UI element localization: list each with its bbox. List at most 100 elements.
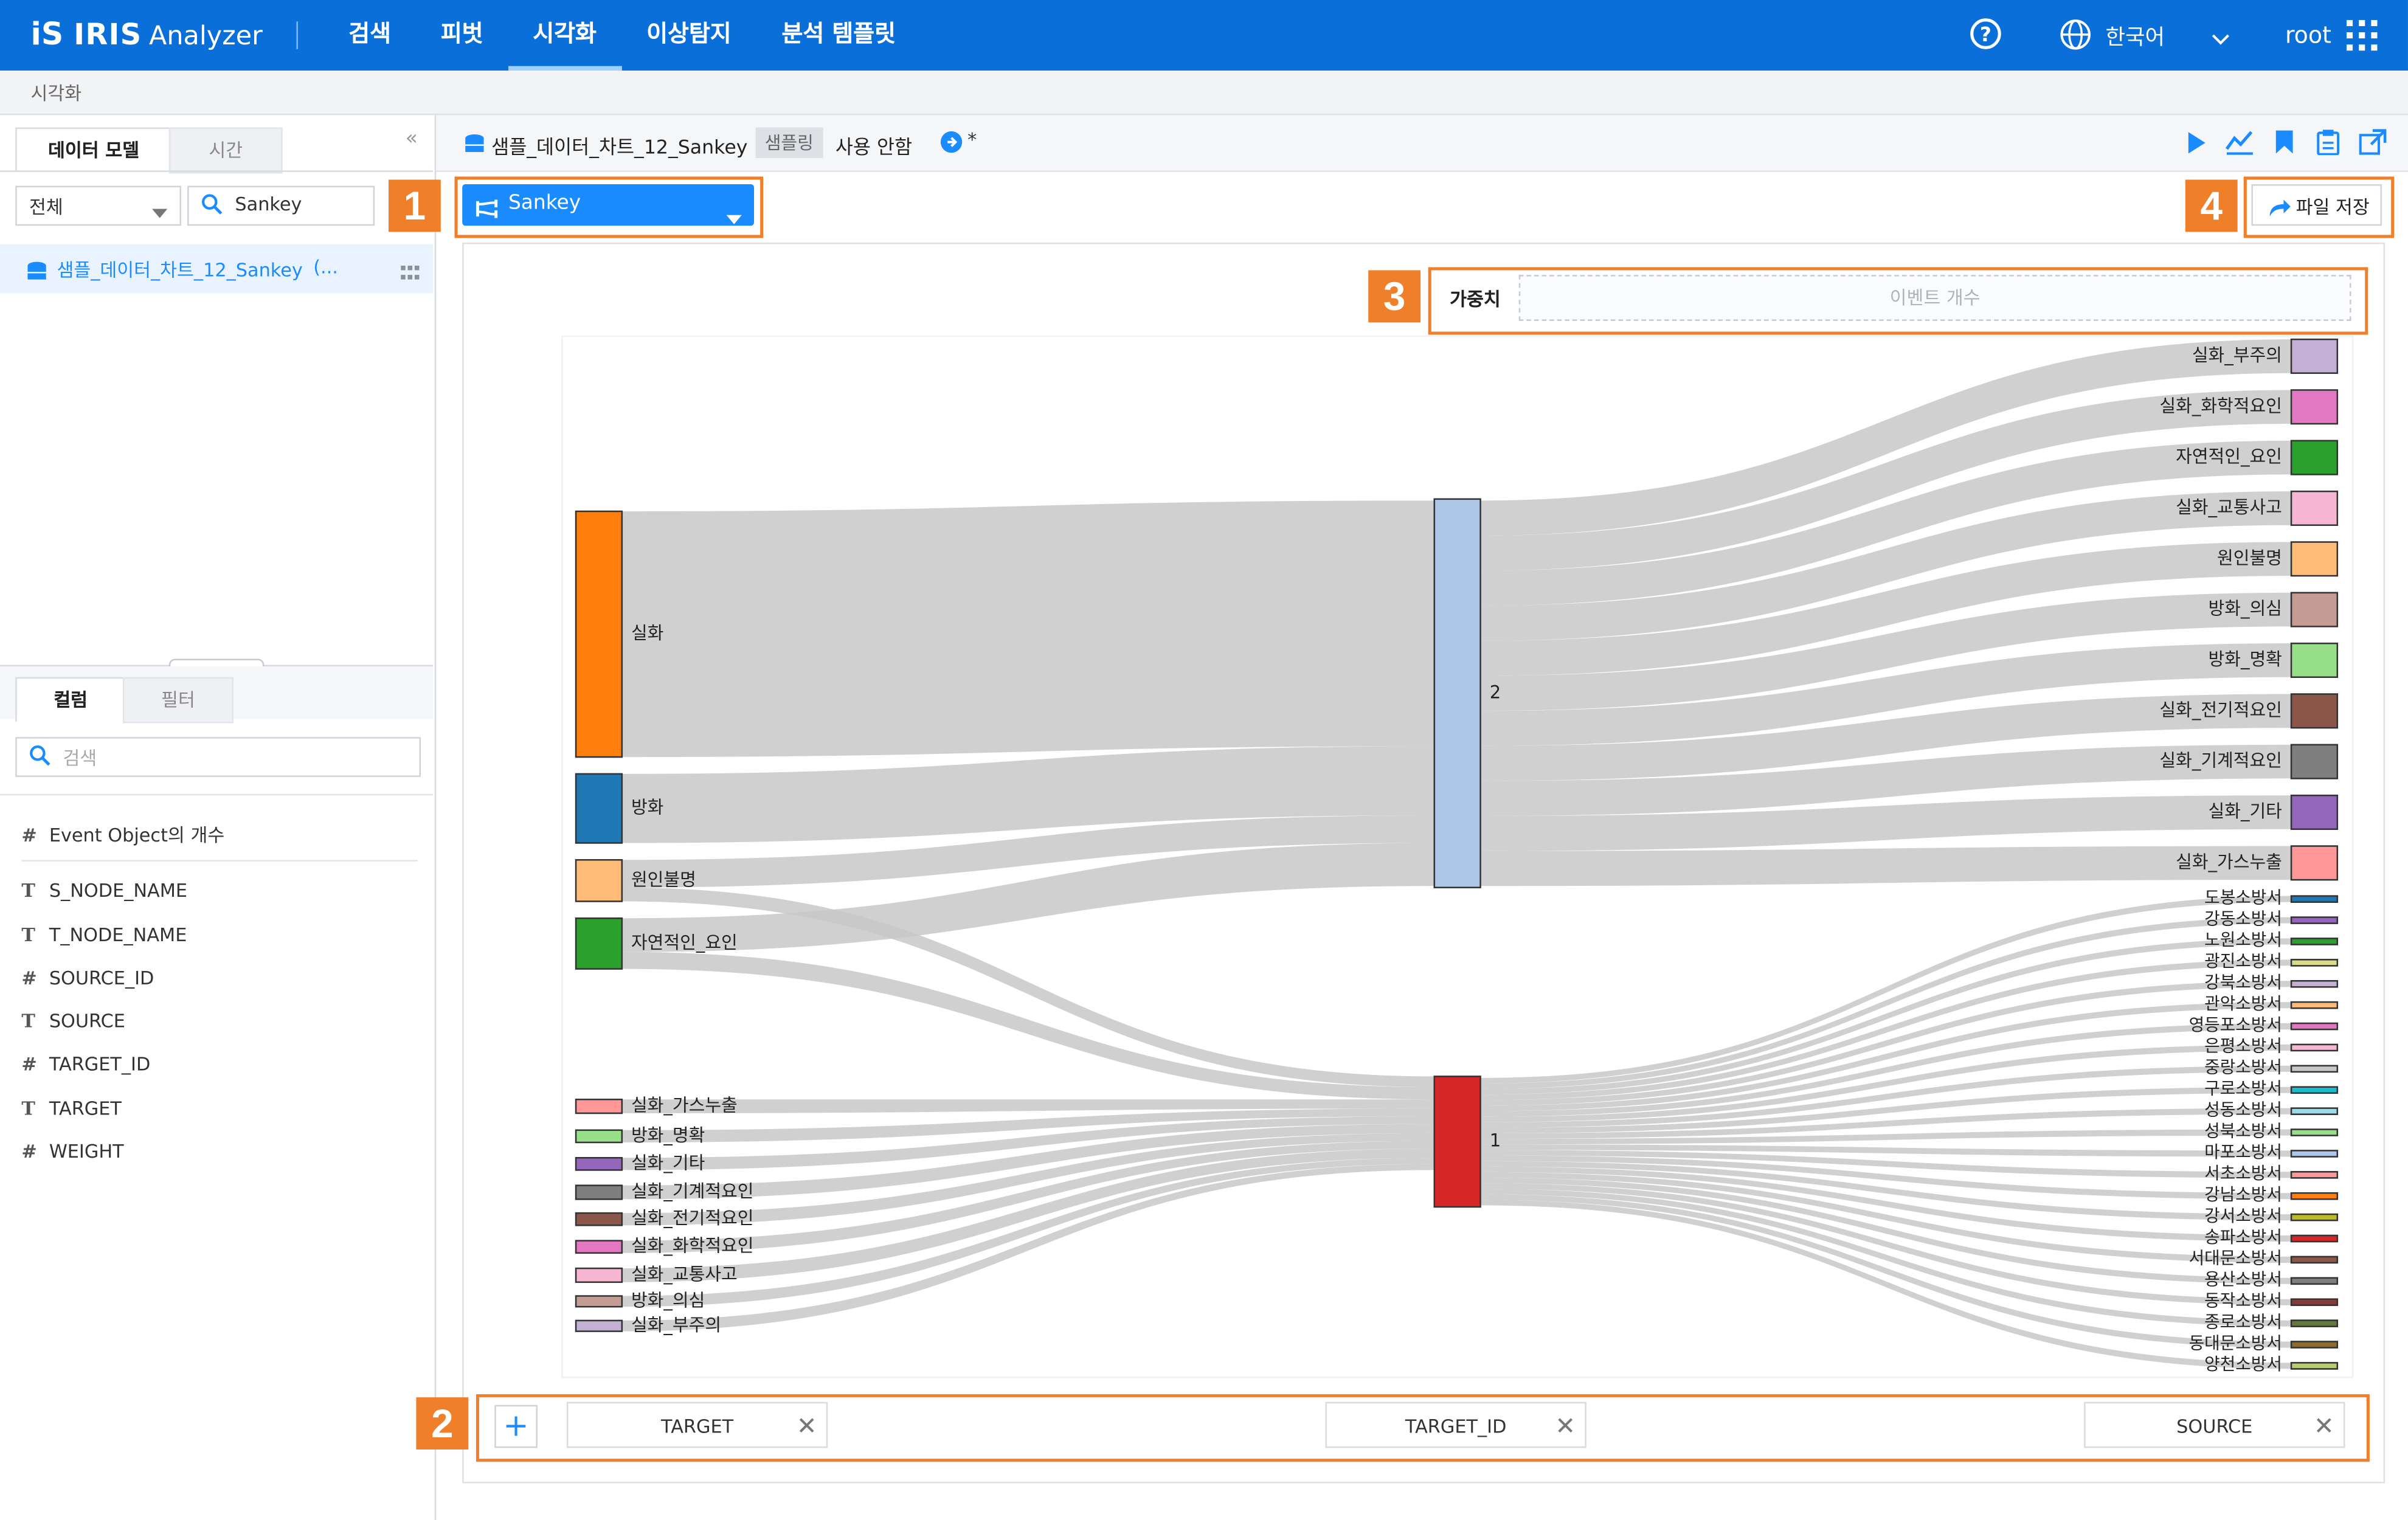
axis-field-label: TARGET_ID xyxy=(1405,1415,1507,1437)
axis-field-label: TARGET xyxy=(661,1415,734,1437)
sankey-target-label: 영등포소방서 xyxy=(2189,1015,2282,1035)
sankey-target-node[interactable] xyxy=(2290,845,2339,881)
sankey-target-node[interactable] xyxy=(2290,1277,2339,1285)
sankey-target-node[interactable] xyxy=(2290,1150,2339,1158)
sankey-source-node[interactable] xyxy=(575,1267,623,1283)
axis-field-target-id[interactable]: TARGET_ID ✕ xyxy=(1325,1401,1586,1449)
sankey-target-label: 용산소방서 xyxy=(2204,1270,2282,1290)
sankey-target-node[interactable] xyxy=(2290,744,2339,779)
sankey-source-label: 실화_가스누출 xyxy=(631,1095,738,1116)
sankey-target-node[interactable] xyxy=(2290,1256,2339,1264)
sankey-target-node[interactable] xyxy=(2290,1022,2339,1031)
sankey-target-node[interactable] xyxy=(2290,1107,2339,1115)
sankey-target-node[interactable] xyxy=(2290,1213,2339,1221)
sankey-source-label: 실화 xyxy=(631,623,663,643)
sankey-target-node[interactable] xyxy=(2290,1043,2339,1052)
sankey-source-node[interactable] xyxy=(575,1319,623,1332)
sankey-target-label: 동대문소방서 xyxy=(2189,1333,2282,1353)
sankey-target-node[interactable] xyxy=(2290,938,2339,945)
sankey-target-node[interactable] xyxy=(2290,338,2339,374)
sankey-source-label: 원인불명 xyxy=(631,869,696,890)
sankey-source-label: 자연적인_요인 xyxy=(631,932,738,953)
sankey-target-label: 서대문소방서 xyxy=(2189,1248,2282,1268)
sankey-target-node[interactable] xyxy=(2290,1192,2339,1200)
sankey-source-label: 방화_의심 xyxy=(631,1290,705,1310)
sankey-target-node[interactable] xyxy=(2290,1319,2339,1327)
sankey-target-label: 송파소방서 xyxy=(2204,1227,2282,1247)
sankey-source-node[interactable] xyxy=(575,1240,623,1254)
sankey-target-label: 은평소방서 xyxy=(2204,1036,2282,1056)
sankey-target-node[interactable] xyxy=(2290,1362,2339,1370)
sankey-target-node[interactable] xyxy=(2290,1341,2339,1349)
sankey-middle-label: 1 xyxy=(1490,1130,1501,1151)
sankey-target-node[interactable] xyxy=(2290,895,2339,903)
link-2-target-10 xyxy=(1480,846,2292,886)
sankey-target-label: 원인불명 xyxy=(2217,547,2282,568)
sankey-target-label: 마포소방서 xyxy=(2204,1142,2282,1162)
sankey-target-node[interactable] xyxy=(2290,541,2339,577)
add-axis-button[interactable]: + xyxy=(494,1404,538,1448)
callout-2: 2 xyxy=(416,1397,469,1450)
sankey-target-node[interactable] xyxy=(2290,916,2339,924)
sankey-target-node[interactable] xyxy=(2290,1171,2339,1179)
axis-field-source[interactable]: SOURCE ✕ xyxy=(2084,1401,2345,1449)
sankey-middle-node[interactable] xyxy=(1433,1076,1481,1208)
sankey-source-node[interactable] xyxy=(575,1184,623,1200)
axis-field-label: SOURCE xyxy=(2176,1415,2253,1437)
sankey-source-node[interactable] xyxy=(575,1212,623,1226)
sankey-source-node[interactable] xyxy=(575,1295,623,1308)
sankey-chart: 실화방화원인불명자연적인_요인실화_가스누출방화_명확실화_기타실화_기계적요인… xyxy=(561,335,2354,1378)
sankey-target-label: 실화_화학적요인 xyxy=(2159,395,2282,416)
sankey-target-node[interactable] xyxy=(2290,979,2339,988)
link-1-target-22 xyxy=(1480,1200,2292,1369)
sankey-target-label: 서초소방서 xyxy=(2204,1163,2282,1183)
sankey-target-node[interactable] xyxy=(2290,1001,2339,1009)
sankey-target-node[interactable] xyxy=(2290,1086,2339,1094)
sankey-target-label: 광진소방서 xyxy=(2204,951,2282,971)
sankey-target-label: 강남소방서 xyxy=(2204,1184,2282,1204)
sankey-target-label: 관악소방서 xyxy=(2204,993,2282,1014)
sankey-target-node[interactable] xyxy=(2290,1298,2339,1307)
sankey-source-node[interactable] xyxy=(575,510,623,758)
sankey-target-node[interactable] xyxy=(2290,389,2339,425)
sankey-target-label: 양천소방서 xyxy=(2204,1354,2282,1374)
sankey-target-label: 실화_전기적요인 xyxy=(2159,699,2282,720)
sankey-target-node[interactable] xyxy=(2290,1234,2339,1243)
sankey-middle-node[interactable] xyxy=(1433,498,1481,889)
sankey-target-node[interactable] xyxy=(2290,1128,2339,1136)
sankey-source-node[interactable] xyxy=(575,1098,623,1114)
sankey-target-label: 강동소방서 xyxy=(2204,908,2282,928)
close-icon[interactable]: ✕ xyxy=(2314,1403,2334,1449)
sankey-target-node[interactable] xyxy=(2290,693,2339,729)
sankey-target-label: 방화_명확 xyxy=(2209,649,2282,669)
sankey-target-label: 방화_의심 xyxy=(2209,598,2282,619)
close-icon[interactable]: ✕ xyxy=(797,1403,817,1449)
sankey-target-node[interactable] xyxy=(2290,959,2339,967)
close-icon[interactable]: ✕ xyxy=(1555,1403,1576,1449)
sankey-source-node[interactable] xyxy=(575,859,623,902)
sankey-target-label: 중랑소방서 xyxy=(2204,1057,2282,1077)
sankey-source-node[interactable] xyxy=(575,917,623,970)
sankey-source-label: 방화_명확 xyxy=(631,1125,705,1145)
link-1-target-1 xyxy=(1480,917,2292,1090)
sankey-source-node[interactable] xyxy=(575,1156,623,1171)
sankey-target-node[interactable] xyxy=(2290,592,2339,627)
sankey-target-label: 실화_기타 xyxy=(2209,801,2282,821)
sankey-source-label: 실화_교통사고 xyxy=(631,1263,738,1284)
link-silhwa-2 xyxy=(621,500,1434,758)
sankey-target-node[interactable] xyxy=(2290,490,2339,526)
sankey-target-label: 실화_부주의 xyxy=(2192,345,2282,365)
sankey-source-node[interactable] xyxy=(575,773,623,844)
sankey-target-label: 자연적인_요인 xyxy=(2176,446,2282,467)
sankey-target-node[interactable] xyxy=(2290,440,2339,475)
sankey-target-node[interactable] xyxy=(2290,794,2339,831)
sankey-middle-label: 2 xyxy=(1490,682,1501,702)
sankey-target-label: 강북소방서 xyxy=(2204,972,2282,992)
sankey-target-node[interactable] xyxy=(2290,1065,2339,1073)
sankey-target-label: 실화_가스누출 xyxy=(2176,851,2282,872)
sankey-target-label: 구로소방서 xyxy=(2204,1078,2282,1098)
sankey-source-node[interactable] xyxy=(575,1129,623,1144)
axis-field-target[interactable]: TARGET ✕ xyxy=(566,1401,828,1449)
sankey-target-label: 노원소방서 xyxy=(2204,930,2282,950)
sankey-target-node[interactable] xyxy=(2290,642,2339,679)
